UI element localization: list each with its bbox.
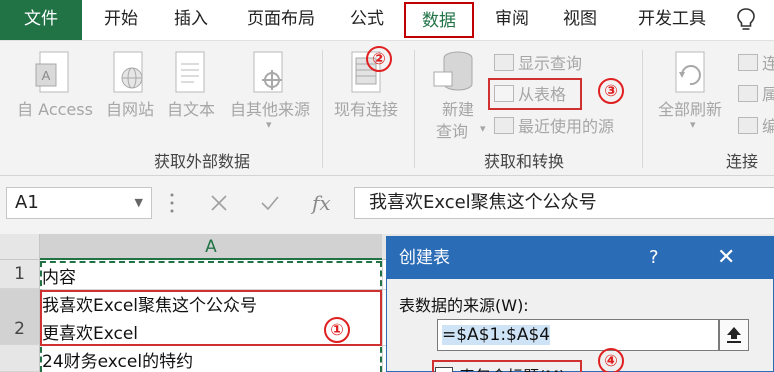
edit-links-icon <box>738 117 758 134</box>
grid-line <box>382 260 383 372</box>
more-options-icon[interactable] <box>170 192 174 214</box>
group-label-get-transform: 获取和转换 <box>484 152 565 171</box>
collapse-dialog-button[interactable] <box>719 319 749 351</box>
source-label: 表数据的来源(W): <box>399 296 529 315</box>
tab-data[interactable]: 数据 <box>404 2 474 38</box>
properties-icon <box>738 85 758 102</box>
annotation-marker-4: ④ <box>598 348 624 372</box>
row-header-2[interactable]: 2 <box>0 289 40 345</box>
edit-links-button[interactable]: 编 <box>762 113 774 137</box>
new-query-label-2[interactable]: 查询 <box>424 118 480 158</box>
refresh-all-icon <box>675 51 705 93</box>
checkbox-highlight <box>432 360 582 372</box>
connections-icon <box>738 54 758 71</box>
enter-check-icon[interactable] <box>260 194 280 212</box>
range-input[interactable]: =$A$1:$A$4 <box>437 319 719 351</box>
ribbon-separator <box>414 50 415 168</box>
new-query-icon <box>433 51 473 91</box>
web-icon <box>113 51 143 93</box>
properties-button[interactable]: 属 <box>762 81 774 105</box>
select-all-corner[interactable] <box>0 234 40 260</box>
tab-page-layout[interactable]: 页面布局 <box>236 0 326 40</box>
text-file-icon <box>175 51 205 93</box>
existing-connections-button[interactable]: 现有连接 <box>328 96 404 136</box>
group-label-get-external-data: 获取外部数据 <box>154 152 251 171</box>
name-box-value: A1 <box>15 192 39 213</box>
ribbon-separator <box>642 50 643 168</box>
chevron-down-icon[interactable]: ▼ <box>135 188 143 218</box>
cancel-icon[interactable] <box>210 194 228 212</box>
lightbulb-icon[interactable] <box>737 8 755 32</box>
from-web-button[interactable]: 自网站 <box>98 96 162 136</box>
tab-file[interactable]: 文件 <box>0 0 82 40</box>
help-button[interactable]: ? <box>649 237 659 279</box>
tab-home[interactable]: 开始 <box>92 0 150 40</box>
tab-developer[interactable]: 开发工具 <box>624 0 720 40</box>
row-header-1[interactable]: 1 <box>0 260 40 289</box>
other-sources-icon <box>253 51 283 93</box>
tab-review[interactable]: 审阅 <box>484 0 540 40</box>
ribbon-separator <box>322 50 323 168</box>
from-table-highlight <box>488 78 582 110</box>
column-header-a[interactable]: A <box>40 234 382 260</box>
chevron-down-icon: ▾ <box>480 122 486 135</box>
collapse-arrow-icon <box>727 327 741 343</box>
dialog-title: 创建表 <box>399 248 450 268</box>
chevron-down-icon: ▾ <box>266 118 272 131</box>
row-header-3[interactable] <box>0 345 40 372</box>
range-value: =$A$1:$A$4 <box>442 325 551 345</box>
name-box[interactable]: A1 ▼ <box>6 187 152 219</box>
annotation-marker-2: ② <box>366 46 392 72</box>
show-queries-icon <box>494 54 514 71</box>
tab-formulas[interactable]: 公式 <box>338 0 396 40</box>
recent-sources-icon <box>494 117 514 134</box>
annotation-marker-1: ① <box>324 317 350 343</box>
insert-function-button[interactable]: fx <box>312 187 331 219</box>
show-queries-button[interactable]: 显示查询 <box>518 50 582 74</box>
close-button[interactable]: ✕ <box>717 237 735 279</box>
formula-input[interactable]: 我喜欢Excel聚焦这个公众号 <box>354 187 774 219</box>
annotation-marker-3: ③ <box>598 78 624 104</box>
dialog-title-bar: 创建表 ? ✕ <box>387 237 774 279</box>
ribbon-tab-bar: 文件 开始 插入 页面布局 公式 数据 审阅 视图 开发工具 <box>0 0 774 40</box>
formula-buttons: fx <box>186 187 348 219</box>
recent-sources-button[interactable]: 最近使用的源 <box>518 113 614 137</box>
connections-button[interactable]: 连 <box>762 50 774 74</box>
tab-view[interactable]: 视图 <box>552 0 608 40</box>
access-db-icon: A <box>35 51 69 93</box>
tab-insert[interactable]: 插入 <box>162 0 220 40</box>
group-label-connections: 连接 <box>726 152 759 171</box>
from-access-button[interactable]: 自 Access <box>14 96 96 136</box>
svg-text:A: A <box>42 68 51 83</box>
chevron-down-icon: ▾ <box>690 118 696 131</box>
from-text-button[interactable]: 自文本 <box>160 96 222 136</box>
create-table-dialog: 创建表 ? ✕ 表数据的来源(W): =$A$1:$A$4 表包含标题(M) <box>386 236 774 372</box>
